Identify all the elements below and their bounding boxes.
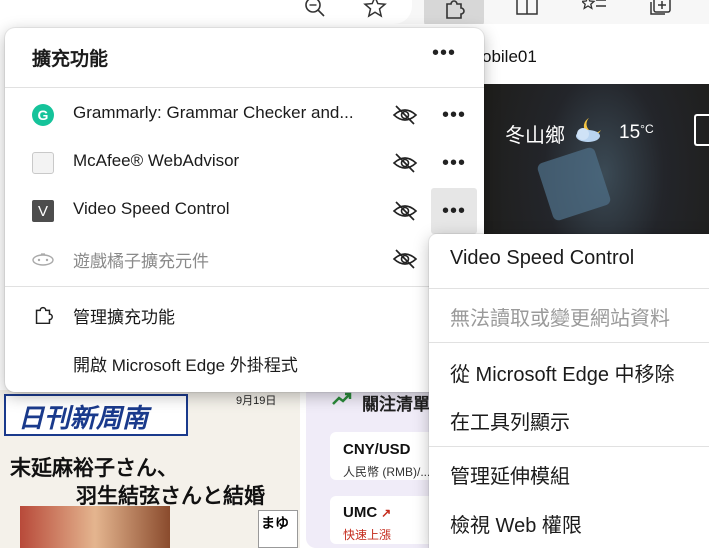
- split-screen-icon[interactable]: [512, 0, 542, 22]
- partly-cloudy-night-icon: [573, 116, 607, 150]
- news-image[interactable]: 日刊新周南 9月19日 末延麻裕子さん、 羽生結弦さんと結婚 まゆ: [0, 390, 300, 548]
- divider: [429, 446, 709, 447]
- newspaper-headline-1: 末延麻裕子さん、: [10, 457, 178, 480]
- extension-name: Grammarly: Grammar Checker and...: [73, 103, 354, 122]
- collections-icon[interactable]: [646, 0, 676, 22]
- newspaper-date: 9月19日: [236, 395, 277, 407]
- stock-subtitle: 快速上漲: [343, 528, 392, 542]
- extension-item-video-speed-control[interactable]: V Video Speed Control •••: [5, 188, 484, 234]
- open-edge-addons-label: 開啟 Microsoft Edge 外掛程式: [73, 356, 298, 375]
- favorites-list-icon[interactable]: [580, 0, 610, 22]
- newspaper-side-text: まゆ: [258, 510, 298, 548]
- extension-item-gamania[interactable]: 遊戲橘子擴充元件: [5, 237, 484, 281]
- weather-widget[interactable]: 冬山鄉 15°C: [505, 116, 654, 150]
- extension-item-grammarly[interactable]: G Grammarly: Grammar Checker and... •••: [5, 93, 484, 137]
- weather-temperature: 15: [619, 122, 641, 143]
- weather-location: 冬山鄉: [505, 124, 565, 147]
- manage-extensions-item[interactable]: 管理擴充功能: [5, 293, 484, 337]
- extension-more-button[interactable]: •••: [431, 99, 477, 131]
- stock-symbol: UMC ↗: [343, 504, 392, 521]
- search-icon[interactable]: [300, 0, 330, 22]
- extension-context-menu: Video Speed Control 無法讀取或變更網站資料 從 Micros…: [429, 234, 709, 548]
- mcafee-icon: [31, 151, 55, 175]
- puzzle-icon: [31, 303, 55, 327]
- weather-unit: °C: [640, 122, 654, 136]
- stock-subtitle: 人民幣 (RMB)/...: [343, 465, 431, 479]
- page-tab-label[interactable]: obile01: [482, 47, 537, 67]
- stock-symbol: CNY/USD: [343, 441, 411, 458]
- trend-up-icon: ↗: [381, 506, 392, 520]
- newspaper-logo: 日刊新周南: [4, 394, 188, 436]
- grammarly-icon: G: [31, 103, 55, 127]
- extension-name: McAfee® WebAdvisor: [73, 151, 240, 170]
- address-bar[interactable]: [0, 0, 412, 24]
- divider: [5, 87, 484, 88]
- trend-up-icon: [332, 392, 352, 409]
- extensions-panel: 擴充功能 ••• G Grammarly: Grammar Checker an…: [5, 28, 484, 392]
- watchlist-title[interactable]: 關注清單: [362, 390, 430, 415]
- hidden-eye-icon[interactable]: [392, 247, 418, 271]
- hidden-eye-icon[interactable]: [392, 151, 418, 175]
- panel-more-options-button[interactable]: •••: [431, 43, 457, 68]
- divider: [5, 286, 484, 287]
- gamania-icon: [31, 247, 55, 271]
- divider: [429, 342, 709, 343]
- menu-item-show-in-toolbar[interactable]: 在工具列顯示: [450, 406, 570, 435]
- menu-item-site-access: 無法讀取或變更網站資料: [450, 308, 670, 330]
- extension-more-button[interactable]: •••: [431, 147, 477, 179]
- video-speed-control-icon: V: [31, 199, 55, 223]
- menu-item-view-web-permissions[interactable]: 檢視 Web 權限: [450, 509, 582, 538]
- hidden-eye-icon[interactable]: [392, 199, 418, 223]
- manage-extensions-label: 管理擴充功能: [73, 308, 175, 327]
- panel-title: 擴充功能: [32, 49, 109, 70]
- menu-item-remove[interactable]: 從 Microsoft Edge 中移除: [450, 358, 675, 387]
- extension-more-button[interactable]: •••: [431, 188, 477, 234]
- divider: [429, 288, 709, 289]
- hidden-eye-icon[interactable]: [392, 103, 418, 127]
- extension-name: Video Speed Control: [73, 199, 230, 218]
- menu-item-extension-name[interactable]: Video Speed Control: [450, 247, 634, 270]
- browser-toolbar: [0, 0, 709, 26]
- extension-name: 遊戲橘子擴充元件: [73, 252, 209, 271]
- hero-side-icon[interactable]: [694, 114, 709, 146]
- open-edge-addons-item[interactable]: 開啟 Microsoft Edge 外掛程式: [5, 341, 484, 385]
- newspaper-photo: [20, 506, 170, 548]
- extensions-puzzle-icon[interactable]: [424, 0, 484, 26]
- menu-item-manage-extension[interactable]: 管理延伸模組: [450, 460, 570, 489]
- favorite-star-icon[interactable]: [360, 0, 390, 22]
- extension-item-mcafee[interactable]: McAfee® WebAdvisor •••: [5, 141, 484, 185]
